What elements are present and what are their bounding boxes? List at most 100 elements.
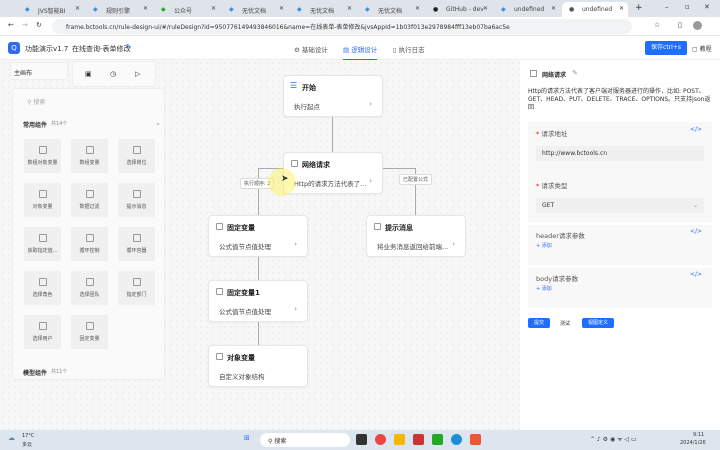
close-icon[interactable]: ✕ [347,5,352,12]
clock-time[interactable]: 9:11 [693,432,704,438]
browser-tab[interactable]: ● GitHub - dev ✕ [426,2,492,17]
minimize-icon[interactable]: – [665,3,669,11]
browser-tab[interactable]: ◆ 规则引擎 ✕ [86,2,152,17]
url-input[interactable]: frame.bctools.cn/rule-design-ui/#/ruleDe… [52,19,632,34]
taskbar-search[interactable]: ⚲ 搜索 [260,433,350,447]
tray-icons[interactable]: ⌃ ♪ ⚙ ◉ ᯤ ◁ ▭ [590,435,637,443]
component-item[interactable]: 选择角色 [24,271,61,305]
back-icon[interactable]: ← [8,21,14,29]
component-item[interactable]: 数组对象变量 [24,139,61,173]
section-basic: * 请求地址 </> http://www.bctools.cn * 请求类型 … [528,122,712,222]
close-icon[interactable]: ✕ [143,5,148,12]
browser-tab[interactable]: ◆ undefined ✕ [494,2,560,17]
group-title[interactable]: 常用组件 [23,120,47,129]
component-item[interactable]: 指定部门 [118,271,155,305]
wechat-icon[interactable] [432,434,443,445]
new-tab-icon[interactable]: + [635,3,643,13]
edge-icon[interactable] [451,434,462,445]
reload-icon[interactable]: ↻ [36,21,42,29]
edit-icon[interactable]: ✎ [572,69,578,77]
play-icon[interactable]: ▷ [135,70,140,78]
edge-label[interactable]: 已配置公式 [399,174,433,185]
component-item[interactable]: 循环容器 [118,227,155,261]
chevron-down-icon: ⌄ [692,202,698,209]
close-icon[interactable]: ✕ [483,5,488,12]
url-input[interactable]: http://www.bctools.cn [536,146,704,161]
component-item[interactable]: 选择岗位 [118,139,155,173]
close-icon[interactable]: ✕ [75,5,80,12]
browser-tab[interactable]: ◆ 无忧文档 ✕ [222,2,288,17]
header-params-label: header请求参数 [536,232,585,240]
package-icon[interactable]: ▣ [85,70,92,78]
flow-node-fixed-variable-1[interactable]: 固定变量1 公式值节点值处理 › [208,280,308,322]
component-item[interactable]: 选择用户 [24,315,61,349]
maximize-icon[interactable]: ▫ [685,3,690,11]
component-item[interactable]: 获取指定值... [24,227,61,261]
code-icon[interactable]: </> [690,228,702,235]
add-header-button[interactable]: + 添加 [536,242,552,249]
browser-tab[interactable]: ◆ 无忧文档 ✕ [358,2,424,17]
submit-button[interactable]: 提交 [528,318,550,328]
sidebar-icon[interactable]: ▯ [678,21,682,29]
recorder-icon[interactable] [470,434,481,445]
tab-execution-log[interactable]: ▯ 执行日志 [393,44,425,54]
temperature[interactable]: 17°C [22,433,34,439]
chrome-icon[interactable] [375,434,386,445]
browser-tab[interactable]: ◆ JVS智能BI ✕ [18,2,84,17]
add-body-button[interactable]: + 添加 [536,285,552,292]
component-item[interactable]: 提示消息 [118,183,155,217]
canvas-tab-main[interactable]: 主画布 [10,62,68,80]
favicon-icon: ◆ [93,6,98,13]
profile-avatar[interactable] [693,21,702,30]
component-item[interactable]: 循环控制 [71,227,108,261]
test-button[interactable]: 测试 [560,320,570,327]
folder-icon[interactable] [394,434,405,445]
tab-basic-design[interactable]: ⚙ 基础设计 [294,44,328,54]
close-icon[interactable]: ✕ [415,5,420,12]
flow-node-start[interactable]: ☰ 开始 执行起点 › [283,75,383,117]
taskview-icon[interactable] [356,434,367,445]
flow-node-object-variable[interactable]: 对象变量 自定义对象结构 [208,345,308,387]
save-button[interactable]: 保存ctrl+s [645,41,687,55]
code-icon[interactable]: </> [690,271,702,278]
edit-icon[interactable]: ✎ [126,43,132,51]
close-icon[interactable]: ✕ [619,5,624,12]
start-icon[interactable]: ⊞ [244,434,250,442]
app-icon[interactable] [413,434,424,445]
history-icon[interactable]: ◷ [110,70,116,78]
component-item[interactable]: 数组变量 [71,139,108,173]
flow-canvas[interactable]: 主画布 ▣ ◷ ▷ ⚲ 搜索 常用组件 共14个 ⌄ 数组对象变量 数组变量 选择岗… [0,60,520,430]
custom-view-button[interactable]: 视图定义 [582,318,614,328]
close-icon[interactable]: ✕ [279,5,284,12]
request-type-select[interactable]: GET ⌄ [536,198,704,213]
browser-tab[interactable]: ◆ 公众号 ✕ [154,2,220,17]
chevron-right-icon: › [452,240,455,248]
component-search[interactable]: ⚲ 搜索 [27,97,45,106]
close-icon[interactable]: ✕ [211,5,216,12]
tab-logic-design[interactable]: ▤ 逻辑设计 [343,44,378,61]
flow-node-http-request[interactable]: 网络请求 Http的请求方法代表了... › [283,152,383,194]
window-close-icon[interactable]: ✕ [704,3,710,11]
close-icon[interactable]: ✕ [551,5,556,12]
address-bar-row: ← → ↻ frame.bctools.cn/rule-design-ui/#/… [0,17,720,36]
component-item[interactable]: 选择团队 [71,271,108,305]
weather: 多云 [22,442,33,448]
flow-node-fixed-variable[interactable]: 固定变量 公式值节点值处理 › [208,215,308,257]
component-item[interactable]: 对象变量 [24,183,61,217]
component-item[interactable]: 数据过滤 [71,183,108,217]
group-title[interactable]: 模型组件 [23,368,47,377]
code-icon[interactable]: </> [690,126,702,133]
forward-icon[interactable]: → [22,21,28,29]
chevron-down-icon[interactable]: ⌄ [155,119,161,127]
scrollbar[interactable] [164,115,165,143]
app-name[interactable]: 功能演示v1.7 [25,44,68,54]
help-button[interactable]: ▢ 教程 [692,44,712,53]
browser-tab-active[interactable]: ● undefined ✕ [562,2,628,17]
component-item[interactable]: 固定变量 [71,315,108,349]
flow-node-message[interactable]: 提示消息 将业务消息返回给前端... › [366,215,466,257]
type-label: * 请求类型 [536,182,568,190]
star-icon[interactable]: ☆ [654,21,660,29]
browser-tab[interactable]: ◆ 无忧文档 ✕ [290,2,356,17]
chevron-right-icon: › [294,305,297,313]
group-count: 共14个 [51,121,68,127]
